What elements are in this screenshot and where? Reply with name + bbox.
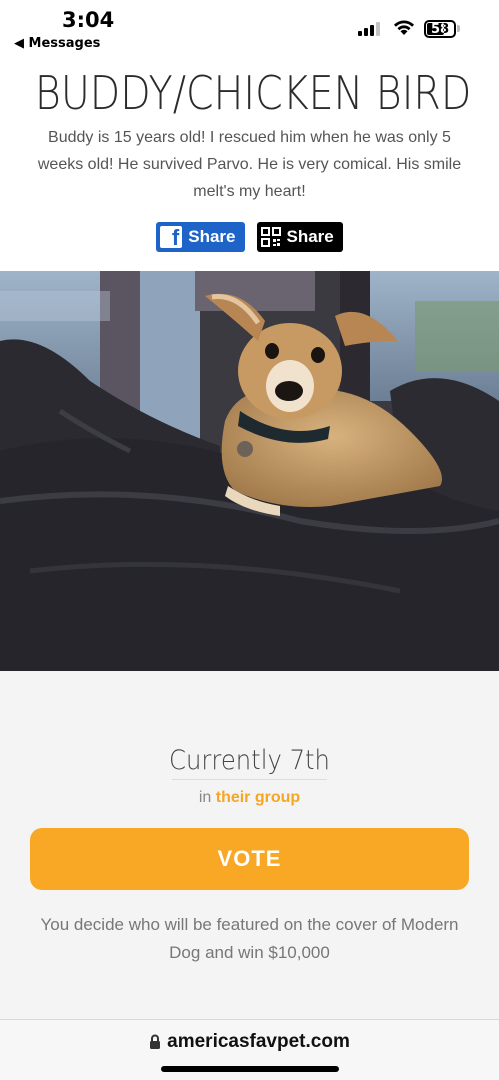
facebook-share-button[interactable]: Share xyxy=(156,222,245,252)
qr-share-button[interactable]: Share xyxy=(256,222,343,252)
clock: 3:04 xyxy=(62,8,115,32)
cellular-signal-icon xyxy=(358,20,380,36)
current-rank: Currently 7th xyxy=(169,745,330,776)
pet-photo xyxy=(0,271,499,671)
vote-button[interactable]: VOTE xyxy=(30,828,469,890)
pet-description: Buddy is 15 years old! I rescued him whe… xyxy=(37,129,462,200)
facebook-icon xyxy=(160,225,183,251)
their-group-link[interactable]: their group xyxy=(216,789,300,806)
battery-level: 58 xyxy=(430,21,450,37)
qr-code-icon xyxy=(260,227,281,247)
browser-url-bar[interactable]: americasfavpet.com xyxy=(0,1019,499,1080)
group-info: in their group xyxy=(0,789,499,807)
facebook-share-label: Share xyxy=(188,227,236,246)
battery-icon: 58 xyxy=(424,20,456,38)
share-buttons: Share Share xyxy=(0,222,499,252)
rank-divider xyxy=(172,779,327,780)
back-to-messages-link[interactable]: ◀ Messages xyxy=(14,36,100,51)
home-indicator[interactable] xyxy=(161,1066,339,1072)
url-text: americasfavpet.com xyxy=(167,1031,350,1052)
pet-name-title: BUDDY/CHICKEN BIRD xyxy=(34,66,472,120)
vote-section: Currently 7th in their group VOTE You de… xyxy=(0,671,499,1019)
group-prefix: in xyxy=(198,789,212,806)
status-bar: 3:04 ◀ Messages 58 xyxy=(0,0,499,56)
lock-icon xyxy=(150,1034,161,1049)
url-display[interactable]: americasfavpet.com xyxy=(0,1031,499,1053)
qr-share-label: Share xyxy=(286,227,334,246)
wifi-icon xyxy=(394,20,414,35)
vote-info-text: You decide who will be featured on the c… xyxy=(40,915,459,962)
